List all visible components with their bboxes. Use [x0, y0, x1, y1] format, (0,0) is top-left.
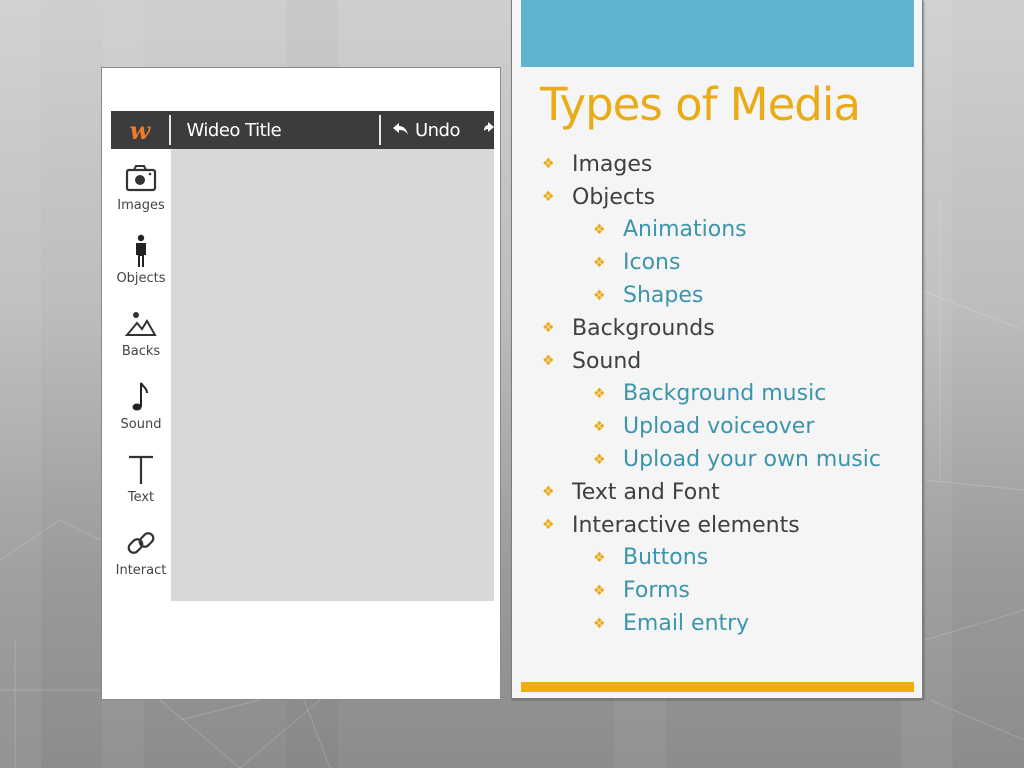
- music-note-icon: [132, 382, 148, 411]
- diamond-bullet-icon: ❖: [542, 156, 555, 173]
- sub-bullet-item: ❖ Background music: [512, 378, 922, 411]
- sidebar-label: Backs: [121, 344, 161, 359]
- sidebar-label: Sound: [120, 417, 162, 432]
- diamond-bullet-icon: ❖: [542, 320, 555, 337]
- sidebar-item-backs[interactable]: Backs: [111, 295, 171, 368]
- diamond-bullet-icon: ❖: [593, 418, 606, 435]
- sidebar-label: Interact: [115, 563, 167, 578]
- diamond-bullet-icon: ❖: [593, 451, 606, 468]
- diamond-bullet-icon: ❖: [593, 615, 606, 632]
- sub-bullet-item: ❖ Shapes: [512, 279, 922, 312]
- diamond-bullet-icon: ❖: [593, 549, 606, 566]
- undo-label: Undo: [414, 119, 461, 141]
- diamond-bullet-icon: ❖: [542, 189, 555, 206]
- sub-bullet-item: ❖ Animations: [512, 214, 922, 247]
- bullet-list: ❖ Images ❖ Objects ❖ Animations ❖ Icons ❖ Shapes ❖…: [512, 148, 922, 640]
- bullet-text: Upload your own music: [623, 447, 881, 473]
- person-icon: [136, 234, 146, 267]
- slide: Types of Media ❖ Images ❖ Objects ❖ Animation…: [511, 0, 923, 699]
- video-title[interactable]: Wideo Title: [171, 120, 379, 141]
- bullet-item: ❖ Images: [512, 148, 922, 181]
- sidebar-item-images[interactable]: Images: [111, 149, 171, 222]
- diamond-bullet-icon: ❖: [593, 254, 606, 271]
- bullet-text: Icons: [623, 250, 681, 276]
- bullet-item: ❖ Sound: [512, 345, 922, 378]
- sub-bullet-item: ❖ Icons: [512, 246, 922, 279]
- bullet-text: Animations: [623, 217, 747, 243]
- sidebar-item-sound[interactable]: Sound: [111, 368, 171, 441]
- text-t-icon: [129, 455, 153, 484]
- bullet-text: Buttons: [623, 545, 709, 571]
- sidebar-label: Objects: [116, 271, 166, 286]
- diamond-bullet-icon: ❖: [542, 517, 555, 534]
- bullet-text: Forms: [623, 578, 690, 604]
- slide-header-band: [521, 0, 914, 67]
- sidebar-item-objects[interactable]: Objects: [111, 222, 171, 295]
- diamond-bullet-icon: ❖: [593, 287, 606, 304]
- sidebar-label: Text: [127, 490, 155, 505]
- bullet-text: Interactive elements: [572, 512, 800, 538]
- bullet-text: Shapes: [623, 283, 704, 309]
- diamond-bullet-icon: ❖: [593, 221, 606, 238]
- diamond-bullet-icon: ❖: [542, 484, 555, 501]
- sub-bullet-item: ❖ Upload your own music: [512, 443, 922, 476]
- redo-arrow-icon[interactable]: [484, 121, 494, 140]
- slide-footer-bar: [521, 682, 914, 692]
- slide-title: Types of Media: [540, 78, 861, 131]
- wideo-logo[interactable]: w: [111, 111, 169, 149]
- bullet-text: Backgrounds: [572, 315, 715, 341]
- diamond-bullet-icon: ❖: [542, 353, 555, 370]
- undo-button[interactable]: Undo: [381, 119, 461, 141]
- sidebar-item-text[interactable]: Text: [111, 441, 171, 514]
- bullet-text: Email entry: [623, 611, 750, 637]
- diamond-bullet-icon: ❖: [593, 385, 606, 402]
- bullet-item: ❖ Text and Font: [512, 476, 922, 509]
- bullet-text: Upload voiceover: [623, 414, 815, 440]
- bullet-item: ❖ Backgrounds: [512, 312, 922, 345]
- sub-bullet-item: ❖ Upload voiceover: [512, 410, 922, 443]
- editor-screenshot: w Wideo Title Undo Images Objects Backs …: [101, 67, 501, 700]
- bullet-text: Objects: [572, 184, 656, 210]
- bullet-text: Sound: [572, 348, 642, 374]
- sub-bullet-item: ❖ Email entry: [512, 607, 922, 640]
- bullet-text: Text and Font: [572, 479, 720, 505]
- editor-canvas[interactable]: [171, 149, 494, 601]
- sub-bullet-item: ❖ Buttons: [512, 542, 922, 575]
- landscape-icon: [124, 312, 157, 336]
- bullet-text: Background music: [623, 381, 827, 407]
- editor-toolbar: w Wideo Title Undo: [111, 111, 494, 149]
- bullet-text: Images: [572, 151, 653, 177]
- bullet-item: ❖ Objects: [512, 181, 922, 214]
- diamond-bullet-icon: ❖: [593, 582, 606, 599]
- camera-icon: [125, 165, 157, 192]
- link-icon: [127, 532, 155, 554]
- undo-arrow-icon: [392, 120, 409, 141]
- editor-sidebar: Images Objects Backs Sound Text Interact: [111, 149, 171, 601]
- sub-bullet-item: ❖ Forms: [512, 574, 922, 607]
- sidebar-item-interact[interactable]: Interact: [111, 514, 171, 587]
- sidebar-label: Images: [117, 198, 165, 213]
- bullet-item: ❖ Interactive elements: [512, 509, 922, 542]
